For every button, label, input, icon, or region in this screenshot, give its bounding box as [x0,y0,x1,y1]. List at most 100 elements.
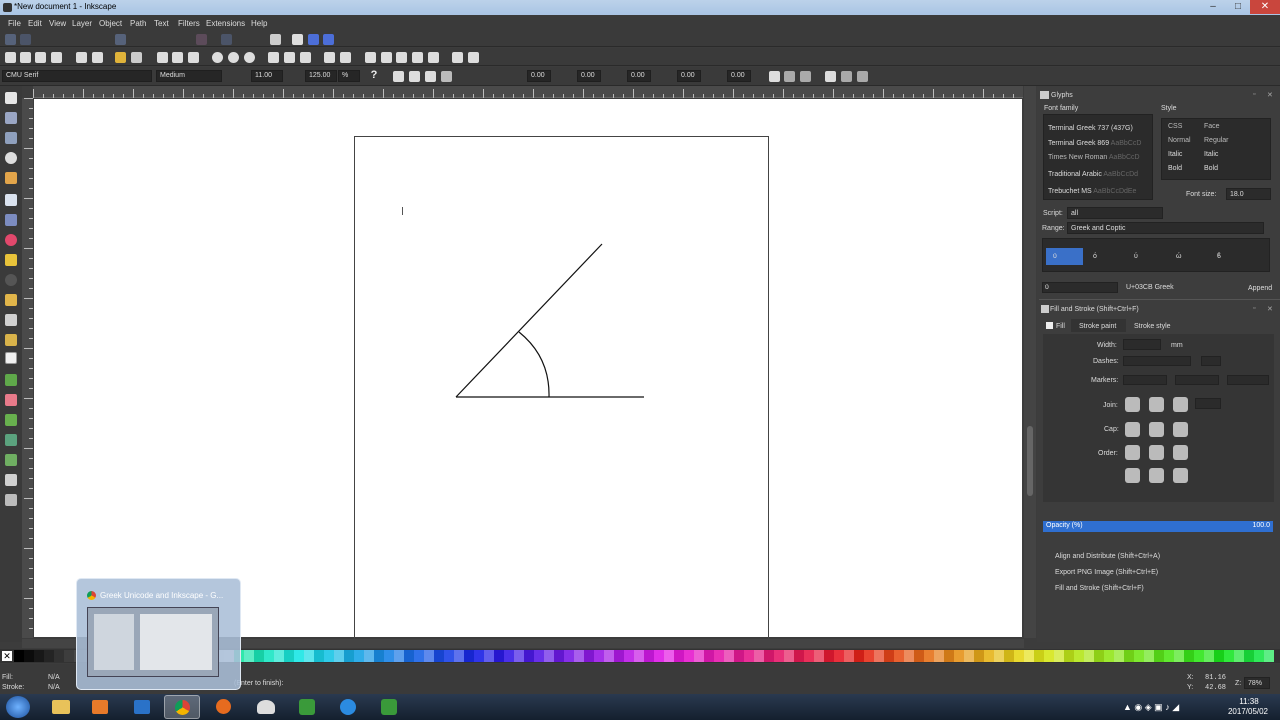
color-swatch[interactable] [344,650,354,662]
mid-marker-select[interactable] [1175,375,1219,385]
tab-stroke-style[interactable]: Stroke style [1134,323,1171,330]
fill-stroke-panel[interactable]: Fill and Stroke (Shift+Ctrl+F) [1055,585,1144,592]
firefox-app-icon[interactable] [206,695,242,719]
ungroup-icon[interactable] [340,52,351,63]
color-swatch[interactable] [724,650,734,662]
color-swatch[interactable] [454,650,464,662]
color-swatch[interactable] [734,650,744,662]
vertical-shift-field[interactable]: 0.00 [677,70,701,82]
selected-glyph-cell[interactable] [1046,248,1083,265]
close-button[interactable]: ✕ [1250,0,1280,14]
color-swatch[interactable] [244,650,254,662]
color-swatch[interactable] [834,650,844,662]
miter-limit-field[interactable] [1195,398,1221,409]
color-swatch[interactable] [54,650,64,662]
color-swatch[interactable] [974,650,984,662]
align-center-icon[interactable] [409,71,420,82]
gradient-tool-icon[interactable] [5,434,17,446]
glyph-cell[interactable]: ώ [1176,253,1181,260]
style-face[interactable]: Regular [1204,137,1229,144]
paint-bucket-tool-icon[interactable] [5,414,17,426]
ellipse-tool-icon[interactable] [5,234,17,246]
tab-stroke-paint[interactable]: Stroke paint [1079,323,1116,330]
font-family-item[interactable]: Traditional Arabic AaBbCcDd [1048,171,1138,178]
color-swatch[interactable] [1034,650,1044,662]
color-swatch[interactable] [884,650,894,662]
zoom-selection-icon[interactable] [212,52,223,63]
color-swatch[interactable] [844,650,854,662]
order-normal-icon[interactable] [1125,445,1140,460]
color-swatch[interactable] [1044,650,1054,662]
letter-spacing-field[interactable]: 0.00 [527,70,551,82]
order-markers-stroke-icon[interactable] [1125,468,1140,483]
style-list[interactable]: CSS Face Normal Regular Italic Italic Bo… [1161,118,1271,180]
camtasia-recorder-app-icon[interactable] [371,695,407,719]
color-swatch[interactable] [1184,650,1194,662]
color-swatch[interactable] [904,650,914,662]
color-swatch[interactable] [1234,650,1244,662]
color-swatch[interactable] [654,650,664,662]
explorer-app-icon[interactable] [43,695,79,719]
color-swatch[interactable] [864,650,874,662]
order-stroke-fill-icon[interactable] [1149,445,1164,460]
color-swatch[interactable] [1204,650,1214,662]
print-icon[interactable] [51,52,62,63]
opacity-slider[interactable]: Opacity (%) 100.0 [1043,521,1273,532]
pen-tool-icon[interactable] [5,314,17,326]
menu-help[interactable]: Help [251,19,267,28]
line-spacing-field[interactable]: 125.00 [305,70,337,82]
duplicate-icon[interactable] [268,52,279,63]
end-marker-select[interactable] [1227,375,1269,385]
copy-icon[interactable] [157,52,168,63]
subscript-icon[interactable] [841,71,852,82]
color-swatch[interactable] [494,650,504,662]
color-swatch[interactable] [814,650,824,662]
system-tray-icons[interactable]: ▲ ◉ ◈ ▣ ♪ ◢ [1123,702,1213,712]
export-icon[interactable] [92,52,103,63]
start-button[interactable] [6,696,30,718]
round-cap-icon[interactable] [1149,422,1164,437]
star-tool-icon[interactable] [5,254,17,266]
color-swatch[interactable] [434,650,444,662]
preferences-icon[interactable] [452,52,463,63]
color-swatch[interactable] [374,650,384,662]
color-swatch[interactable] [444,650,454,662]
color-swatch[interactable] [684,650,694,662]
superscript-icon[interactable] [825,71,836,82]
style-css[interactable]: Bold [1168,165,1182,172]
font-family-select[interactable]: CMU Serif [2,70,152,82]
color-swatch[interactable] [824,650,834,662]
color-swatch[interactable] [874,650,884,662]
align-right-icon[interactable] [425,71,436,82]
glyph-grid[interactable]: ϋ ό ύ ώ ϐ [1042,238,1270,272]
redo-icon[interactable] [131,52,142,63]
color-swatch[interactable] [544,650,554,662]
dropper-tool-icon[interactable] [5,474,17,486]
panel-iconify-button[interactable]: ▫ [1253,91,1255,98]
round-join-icon[interactable] [1149,397,1164,412]
scroll-thumb[interactable] [1027,426,1033,496]
color-swatch[interactable] [1164,650,1174,662]
glyph-input[interactable]: ϋ [1042,282,1118,293]
zoom-field[interactable]: 78% [1244,677,1270,689]
color-swatch[interactable] [384,650,394,662]
glyph-cell[interactable]: ύ [1134,253,1138,260]
color-swatch[interactable] [674,650,684,662]
color-swatch[interactable] [254,650,264,662]
spiral-tool-icon[interactable] [5,274,17,286]
color-swatch[interactable] [324,650,334,662]
xml-editor-icon[interactable] [396,52,407,63]
select-tool-icon[interactable] [5,92,17,104]
glyph-cell[interactable]: ϋ [1053,253,1057,260]
color-swatch[interactable] [1124,650,1134,662]
color-swatch[interactable] [524,650,534,662]
menu-filters[interactable]: Filters [178,19,200,28]
font-family-item[interactable]: Times New Roman AaBbCcD [1048,154,1140,161]
color-swatch[interactable] [1004,650,1014,662]
align-icon[interactable] [412,52,423,63]
color-swatch[interactable] [1264,650,1274,662]
no-paint-swatch[interactable]: ✕ [2,651,12,661]
color-swatch[interactable] [1064,650,1074,662]
menu-edit[interactable]: Edit [28,19,42,28]
color-swatch[interactable] [784,650,794,662]
